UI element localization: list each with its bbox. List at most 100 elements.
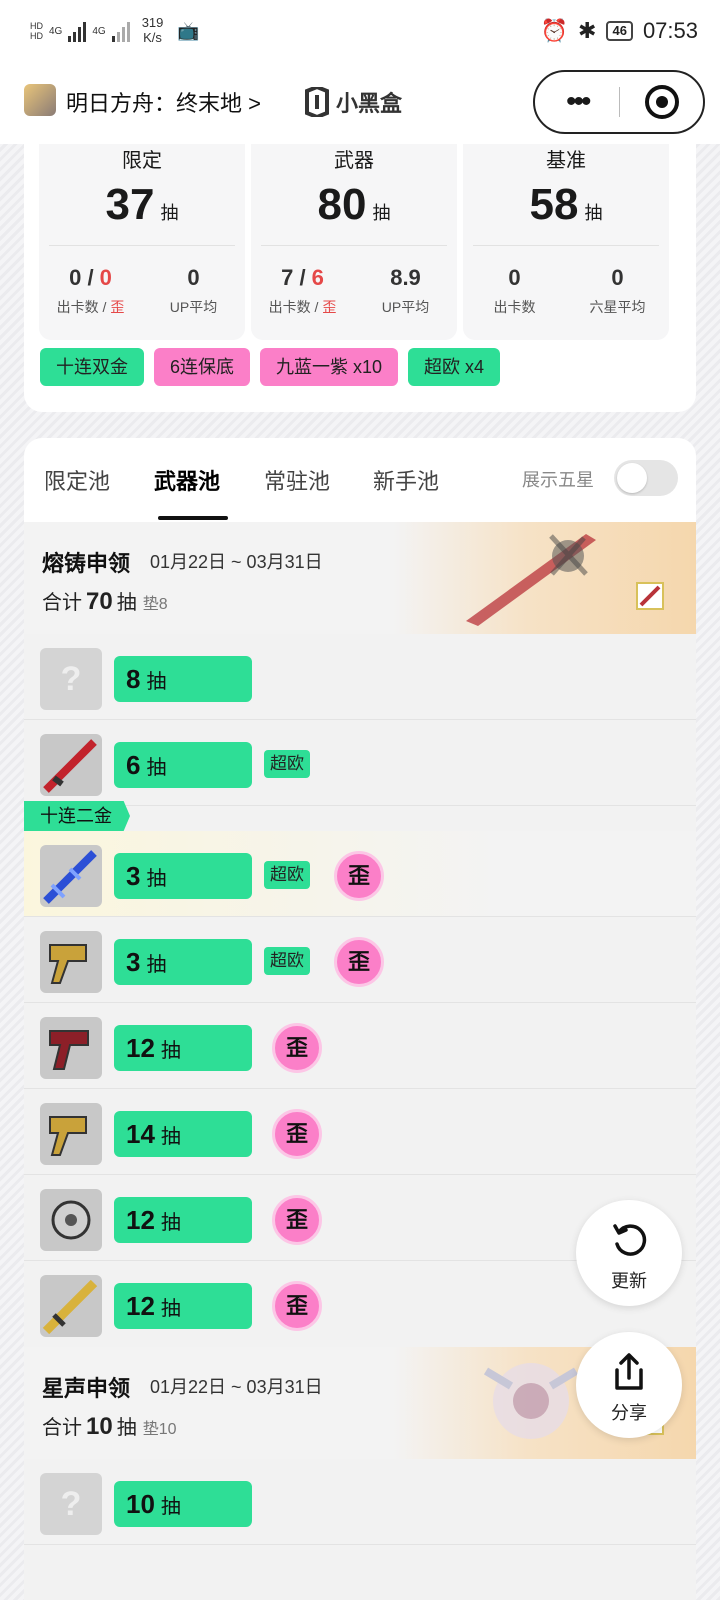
- stat-weapon: 武器 80 抽 7 / 6 出卡数 / 歪 8.9 UP平均: [251, 130, 457, 340]
- refresh-button[interactable]: 更新: [576, 1200, 682, 1306]
- tag: 九蓝一紫 x10: [260, 348, 399, 386]
- pull-row[interactable]: 14 抽 歪: [24, 1089, 696, 1175]
- banner-total: 10: [86, 1413, 113, 1440]
- weapon-art-icon: [466, 534, 596, 626]
- tab-standard-pool[interactable]: 常驻池: [264, 464, 330, 496]
- app-avatar-icon[interactable]: [24, 84, 56, 116]
- tab-weapon-pool[interactable]: 武器池: [154, 464, 220, 496]
- pull-count: 12: [126, 1291, 155, 1321]
- pull-count-bar: 3抽: [114, 939, 252, 985]
- pull-row[interactable]: 12 抽 歪: [24, 1003, 696, 1089]
- refresh-icon: [613, 1224, 647, 1256]
- signal-icon-2: [111, 20, 130, 42]
- banner-header: 熔铸申领 01月22日 ~ 03月31日 合计 70 抽垫8: [24, 522, 696, 634]
- gold-sword-icon: [40, 1275, 102, 1337]
- unknown-icon: ?: [40, 648, 102, 710]
- stat-right-label: UP平均: [169, 299, 218, 315]
- pull-row[interactable]: ? 8抽: [24, 634, 696, 720]
- banner-pad: 垫8: [142, 596, 168, 613]
- net-unit: K/s: [143, 30, 162, 45]
- pull-count: 14: [126, 1119, 155, 1149]
- pull-count-bar: 12 抽: [114, 1197, 252, 1243]
- more-menu-button[interactable]: •••: [535, 87, 619, 117]
- blue-sword-icon: [40, 845, 102, 907]
- super-lucky-badge: 超欧: [264, 750, 310, 778]
- battery-icon: 46: [606, 21, 633, 41]
- stat-left-label: 出卡数 /: [268, 299, 323, 315]
- stat-left-label-red: 歪: [110, 299, 125, 315]
- unit: 抽: [116, 1417, 137, 1439]
- app-title-link[interactable]: 明日方舟：终末地 >: [66, 86, 261, 118]
- stat-header: 限定: [122, 150, 162, 172]
- super-lucky-badge: 超欧: [264, 861, 310, 889]
- off-banner-badge: 歪: [272, 1195, 322, 1245]
- show-five-star-toggle[interactable]: [614, 460, 678, 496]
- off-banner-badge: 歪: [334, 851, 384, 901]
- off-banner-badge: 歪: [334, 937, 384, 987]
- achievement-tags: 十连双金 6连保底 九蓝一紫 x10 超欧 x4: [40, 348, 501, 386]
- tv-icon: 📺: [177, 20, 200, 41]
- unit: 抽: [146, 868, 167, 890]
- stat-header: 武器: [334, 150, 374, 172]
- active-tab-indicator: [158, 516, 228, 520]
- signal-icon: [68, 20, 87, 42]
- stat-standard: 基准 58 抽 0 出卡数 0 六星平均: [463, 130, 669, 340]
- share-label: 分享: [611, 1403, 647, 1423]
- stat-count: 80: [317, 180, 367, 229]
- stat-left-value-red: 0: [99, 265, 112, 290]
- pull-count: 12: [126, 1205, 155, 1235]
- unit: 抽: [160, 1212, 181, 1234]
- off-banner-badge: 歪: [272, 1023, 322, 1073]
- stat-right-value: 0: [611, 265, 624, 290]
- gold-gun-icon: [40, 931, 102, 993]
- stat-count: 58: [529, 180, 579, 229]
- pull-row[interactable]: 6抽 超欧: [24, 720, 696, 806]
- unit: 抽: [146, 757, 167, 779]
- unit: 抽: [116, 592, 137, 614]
- stat-unit: 抽: [372, 203, 391, 223]
- unit: 抽: [146, 954, 167, 976]
- off-banner-badge: 歪: [272, 1281, 322, 1331]
- refresh-label: 更新: [611, 1271, 647, 1291]
- signal-label-1: 4G: [49, 25, 63, 37]
- banner-pad: 垫10: [142, 1421, 177, 1438]
- pull-count: 10: [126, 1489, 155, 1519]
- pull-row[interactable]: ? 10 抽: [24, 1459, 696, 1545]
- stat-unit: 抽: [584, 203, 603, 223]
- pull-count: 8: [126, 664, 141, 694]
- stat-left-label: 出卡数: [493, 299, 536, 315]
- red-gun-icon: [40, 1017, 102, 1079]
- ten-pull-ribbon: 十连二金: [24, 801, 130, 831]
- stat-left-label: 出卡数 /: [56, 299, 111, 315]
- banner-total: 70: [86, 588, 113, 615]
- gold-gun-icon: [40, 1103, 102, 1165]
- pull-count: 3: [126, 947, 141, 977]
- red-sword-icon: [40, 734, 102, 796]
- pull-count-bar: 6抽: [114, 742, 252, 788]
- banner-dates: 01月22日 ~ 03月31日: [150, 1377, 323, 1397]
- status-bar: HD HD 4G 4G 319 K/s 📺 ⏰ ✱ 46 07:53: [0, 0, 720, 66]
- tab-limited-pool[interactable]: 限定池: [44, 464, 110, 496]
- tab-beginner-pool[interactable]: 新手池: [373, 464, 439, 496]
- unknown-icon: ?: [40, 1473, 102, 1535]
- stat-right-label: UP平均: [381, 299, 430, 315]
- super-lucky-badge: 超欧: [264, 947, 310, 975]
- banner-dates: 01月22日 ~ 03月31日: [150, 552, 323, 572]
- tag: 十连双金: [40, 348, 144, 386]
- bluetooth-icon: ✱: [578, 18, 597, 43]
- close-mini-program-button[interactable]: [620, 84, 703, 120]
- banner-name: 星声申领: [42, 1376, 131, 1401]
- pull-row[interactable]: 3抽 超欧 歪: [24, 917, 696, 1003]
- pull-count: 3: [126, 861, 141, 891]
- pull-row[interactable]: 3抽 超欧 歪: [24, 831, 696, 917]
- stat-right-label: 六星平均: [589, 299, 646, 315]
- pull-count-bar: 12 抽: [114, 1283, 252, 1329]
- share-button[interactable]: 分享: [576, 1332, 682, 1438]
- alarm-icon: ⏰: [540, 18, 569, 43]
- stat-left-label-red: 歪: [322, 299, 337, 315]
- tag: 6连保底: [154, 348, 251, 386]
- stat-left-value: 0: [69, 265, 82, 290]
- unit: 抽: [160, 1496, 181, 1518]
- banner-weapon-thumb-icon: [636, 582, 664, 610]
- pull-count-bar: 8抽: [114, 656, 252, 702]
